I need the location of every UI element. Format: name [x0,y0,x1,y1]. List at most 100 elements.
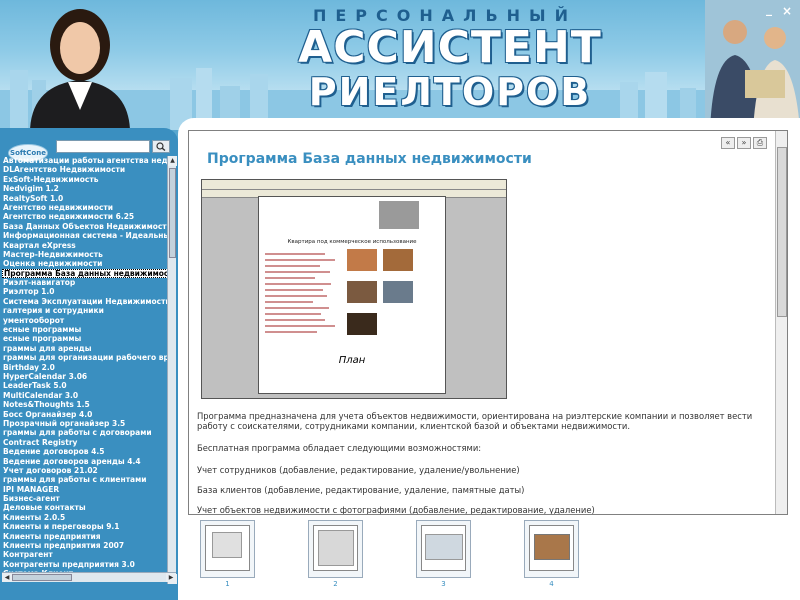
app-title-main: АССИСТЕНТ [298,22,602,73]
thumbnail-2[interactable] [308,520,363,578]
list-item[interactable]: Клиенты 2.0.5 [2,513,168,522]
thumbnail-image [421,525,466,571]
list-item[interactable]: ExSoft-Недвижимость [2,175,168,184]
list-item[interactable]: Ведение договоров 4.5 [2,447,168,456]
program-screenshot[interactable]: Квартира под коммерческое использование [201,179,507,399]
thumbnail-4[interactable] [524,520,579,578]
list-item[interactable]: MultiCalendar 3.0 [2,391,168,400]
list-item[interactable]: Мастер-Недвижимость [2,250,168,259]
list-item[interactable]: LeaderTask 5.0 [2,381,168,390]
feature-item: База клиентов (добавление, редактировани… [197,485,525,495]
list-item[interactable]: Босс Органайзер 4.0 [2,410,168,419]
list-item[interactable]: Программа База данных недвижимости [2,268,168,279]
thumbnail-number: 4 [549,580,554,588]
thumbnail-image [529,525,574,571]
program-list: Автоматизации работы агентства недвижимо… [2,156,168,576]
search-bar [56,140,170,154]
list-item[interactable]: Учет договоров 21.02 [2,466,168,475]
app-header: _ × ПЕРСОНАЛЬНЫЙ АССИСТЕНТ РИЕЛТОРОВ [0,0,800,130]
list-item[interactable]: Оценка недвижимости [2,259,168,268]
feature-item: Учет сотрудников (добавление, редактиров… [197,465,520,475]
list-item[interactable]: HyperCalendar 3.06 [2,372,168,381]
thumbnail-image [205,525,250,571]
list-item[interactable]: граммы для аренды [2,344,168,353]
list-item[interactable]: Бизнес-агент [2,494,168,503]
article-nav: « » ⎙ [721,137,767,149]
app-title-sub: РИЕЛТОРОВ [308,70,592,114]
search-input[interactable] [56,140,150,153]
thumbnail-number: 3 [441,580,446,588]
search-button[interactable] [152,140,170,153]
thumbnail-1[interactable] [200,520,255,578]
page-title: Программа База данных недвижимости [207,151,532,167]
hscroll-thumb[interactable] [12,574,72,581]
description-paragraph: Программа предназначена для учета объект… [197,411,753,431]
plan-label: План [338,355,366,366]
print-icon[interactable]: ⎙ [753,137,767,149]
program-list-hscrollbar[interactable]: ◀ ▶ [2,572,176,582]
list-item[interactable]: галтерия и сотрудники [2,306,168,315]
list-item[interactable]: Клиенты предприятия 2007 [2,541,168,550]
program-list-scrollbar[interactable]: ▲ ▼ [167,156,177,584]
thumbnail-3[interactable] [416,520,471,578]
list-item[interactable]: Агентство недвижимости [2,203,168,212]
list-item[interactable]: есные программы [2,325,168,334]
list-item[interactable]: Квартал eXpress [2,241,168,250]
clients-photo-image [705,0,800,130]
thumbnail-image [313,525,358,571]
photo-thumbnail [347,249,377,271]
screenshot-document: Квартира под коммерческое использование [258,196,446,394]
list-item[interactable]: Ведение договоров аренды 4.4 [2,457,168,466]
feature-item: Учет объектов недвижимости с фотографиям… [197,505,595,515]
scroll-right-icon[interactable]: ▶ [166,573,176,582]
list-item[interactable]: Деловые контакты [2,503,168,512]
list-item[interactable]: Nedvigim 1.2 [2,184,168,193]
sidebar: SoftCone Автоматизации работы агентства … [0,128,178,600]
screenshot-caption: Квартира под коммерческое использование [287,239,417,245]
minimize-button[interactable]: _ [762,3,776,18]
list-item[interactable]: ументооборот [2,316,168,325]
list-item[interactable]: Контрагент [2,550,168,559]
list-item[interactable]: Агентство недвижимости 6.25 [2,212,168,221]
list-item[interactable]: Автоматизации работы агентства недвижимо… [2,156,168,165]
article-scroll-thumb[interactable] [777,147,787,317]
list-item[interactable]: Система Эксплуатации Недвижимости 1.0 [2,297,168,306]
search-icon [156,142,166,151]
list-item[interactable]: Birthday 2.0 [2,363,168,372]
thumbnail-number: 1 [225,580,230,588]
list-item[interactable]: Информационная система - Идеальный вариа… [2,231,168,240]
list-item[interactable]: есные программы [2,334,168,343]
list-item[interactable]: Клиенты предприятия [2,532,168,541]
scroll-thumb[interactable] [169,168,176,258]
list-item[interactable]: Риэлт-навигатор [2,278,168,287]
list-item[interactable]: Риэлтор 1.0 [2,287,168,296]
list-item[interactable]: IPI MANAGER [2,485,168,494]
scroll-up-icon[interactable]: ▲ [168,156,177,166]
prev-arrow-icon[interactable]: « [721,137,735,149]
close-button[interactable]: × [780,4,794,18]
scroll-left-icon[interactable]: ◀ [2,573,12,582]
list-item[interactable]: DLАгентство Недвижимости [2,165,168,174]
main-panel: « » ⎙ Программа База данных недвижимости… [178,118,800,600]
features-intro: Бесплатная программа обладает следующими… [197,443,482,453]
list-item[interactable]: граммы для организации рабочего времени [2,353,168,362]
list-item[interactable]: Клиенты и переговоры 9.1 [2,522,168,531]
thumbnail-number: 2 [333,580,338,588]
screenshot-titlebar [202,180,506,190]
list-item[interactable]: Прозрачный органайзер 3.5 [2,419,168,428]
list-item[interactable]: Контрагенты предприятия 3.0 [2,560,168,569]
next-arrow-icon[interactable]: » [737,137,751,149]
realtor-portrait-image [30,9,130,130]
photo-thumbnail [383,249,413,271]
photo-thumbnail [347,313,377,335]
list-item[interactable]: Contract Registry [2,438,168,447]
list-item[interactable]: База Данных Объектов Недвижимости 5.0 [2,222,168,231]
list-item[interactable]: граммы для работы с договорами [2,428,168,437]
article-scrollbar[interactable] [775,131,787,514]
article-frame: « » ⎙ Программа База данных недвижимости… [188,130,788,515]
list-item[interactable]: граммы для работы с клиентами [2,475,168,484]
building-thumbnail [379,201,419,229]
list-item[interactable]: Notes&Thoughts 1.5 [2,400,168,409]
screenshot-thumbnails: 1 2 3 4 [200,518,590,593]
list-item[interactable]: RealtySoft 1.0 [2,194,168,203]
